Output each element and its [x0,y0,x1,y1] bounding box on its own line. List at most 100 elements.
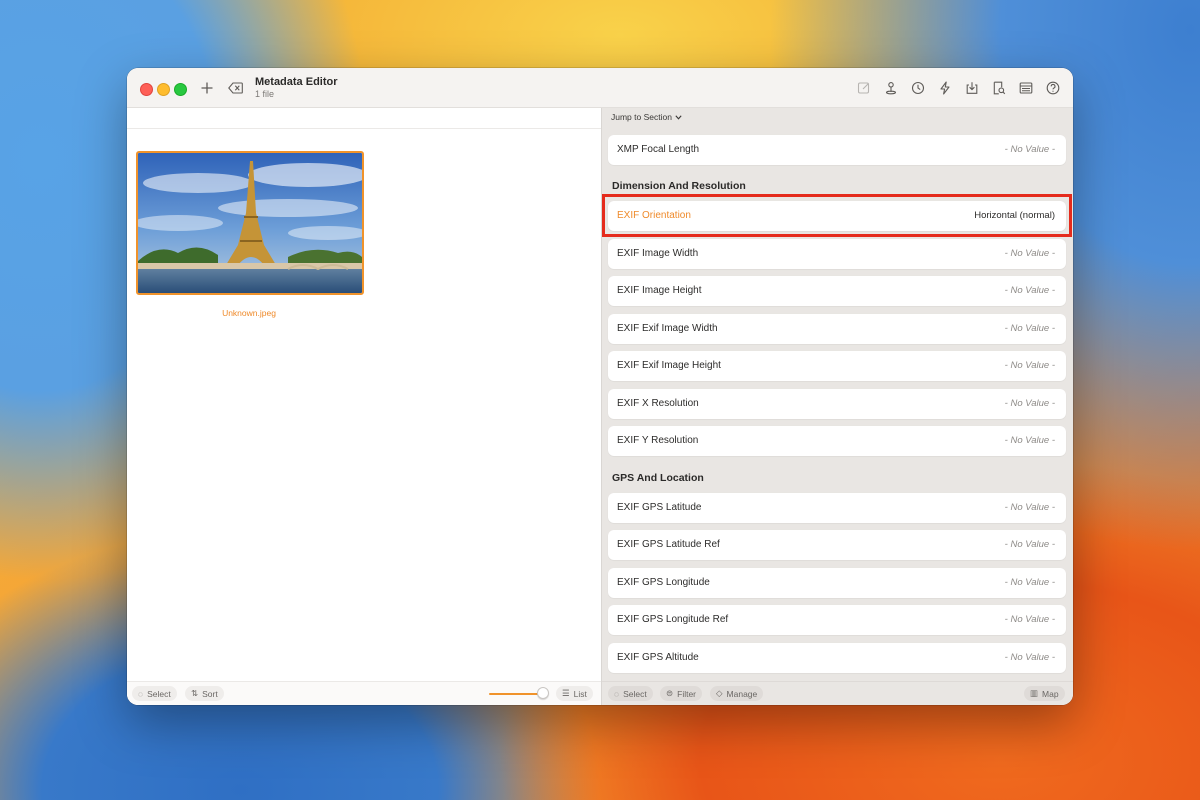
select-files-button[interactable]: ◌ Select [132,686,177,701]
metadata-editor-window: Metadata Editor 1 file Unknown.jpeg ◌ Se… [127,68,1073,705]
map-icon: ▥ [1030,688,1039,698]
field-exif-gps-altitude[interactable]: EXIF GPS Altitude - No Value - [608,643,1066,673]
field-exif-y-resolution[interactable]: EXIF Y Resolution - No Value - [608,426,1066,456]
field-name: EXIF Y Resolution [617,435,699,446]
export-button[interactable] [961,77,982,98]
map-button[interactable]: ▥ Map [1024,686,1065,701]
minimize-window-button[interactable] [157,83,170,96]
field-exif-image-width[interactable]: EXIF Image Width - No Value - [608,239,1066,269]
select-label: Select [623,688,647,699]
filter-label: Filter [677,688,697,699]
field-name: EXIF Image Height [617,285,702,296]
field-xmp-focal-length[interactable]: XMP Focal Length - No Value - [608,135,1066,165]
eiffel-tower-photo [138,153,362,293]
field-name: XMP Focal Length [617,144,700,155]
field-name: EXIF GPS Latitude [617,502,702,513]
clock-icon [911,81,924,94]
section-heading-gps: GPS And Location [612,472,704,484]
manage-label: Manage [726,688,758,699]
field-value[interactable]: - No Value - [1005,435,1055,446]
layout-button[interactable] [1015,77,1036,98]
metadata-pane: Jump to Section XMP Focal Length - No Va… [602,108,1073,705]
field-exif-x-resolution[interactable]: EXIF X Resolution - No Value - [608,389,1066,419]
field-exif-exif-image-width[interactable]: EXIF Exif Image Width - No Value - [608,314,1066,344]
help-icon [1046,81,1059,94]
field-name: EXIF Image Width [617,248,699,259]
field-value[interactable]: - No Value - [1005,360,1055,371]
field-exif-orientation[interactable]: EXIF Orientation Horizontal (normal) [608,201,1066,231]
field-value[interactable]: - No Value - [1005,652,1055,663]
jump-to-section-label: Jump to Section [611,112,672,122]
window-title: Metadata Editor [255,76,338,88]
map-label: Map [1042,688,1059,699]
field-exif-gps-longitude[interactable]: EXIF GPS Longitude - No Value - [608,568,1066,598]
delete-backward-icon [227,82,243,94]
field-name: EXIF GPS Longitude [617,577,710,588]
toolbar-right [853,77,1063,98]
edit-icon [857,81,869,94]
metadata-footer: ◌ Select ⊜ Filter ◇ Manage ▥ Map [602,681,1073,705]
window-subtitle: 1 file [255,89,275,99]
location-button[interactable] [880,77,901,98]
field-exif-gps-longitude-ref[interactable]: EXIF GPS Longitude Ref - No Value - [608,605,1066,635]
field-value[interactable]: Horizontal (normal) [974,210,1055,221]
jump-to-section-menu[interactable]: Jump to Section [611,112,682,122]
field-value[interactable]: - No Value - [1005,398,1055,409]
section-heading-dimension: Dimension And Resolution [612,180,746,192]
add-file-button[interactable] [196,77,218,99]
field-value[interactable]: - No Value - [1005,539,1055,550]
field-name: EXIF GPS Altitude [617,652,699,663]
zoom-window-button[interactable] [174,83,187,96]
field-exif-gps-latitude[interactable]: EXIF GPS Latitude - No Value - [608,493,1066,523]
remove-file-button[interactable] [224,77,246,99]
file-browser-pane: Unknown.jpeg ◌ Select ⇅ Sort ☰ List [127,108,601,705]
list-icon: ☰ [562,688,570,698]
field-value[interactable]: - No Value - [1005,285,1055,296]
field-value[interactable]: - No Value - [1005,144,1055,155]
field-name: EXIF Exif Image Height [617,360,721,371]
field-name: EXIF GPS Latitude Ref [617,539,720,550]
edit-button[interactable] [853,77,874,98]
field-exif-image-height[interactable]: EXIF Image Height - No Value - [608,276,1066,306]
selection-icon: ◌ [614,688,620,699]
manage-button[interactable]: ◇ Manage [710,686,764,701]
sort-label: Sort [202,688,218,699]
sort-button[interactable]: ⇅ Sort [185,686,224,701]
field-exif-exif-image-height[interactable]: EXIF Exif Image Height - No Value - [608,351,1066,381]
file-browser-footer: ◌ Select ⇅ Sort ☰ List [127,681,601,705]
field-name: EXIF Exif Image Width [617,323,718,334]
quick-actions-button[interactable] [934,77,955,98]
thumbnail-size-slider[interactable] [489,693,541,695]
filter-button[interactable]: ⊜ Filter [660,686,703,701]
thumbnail-size-slider-knob[interactable] [537,687,549,699]
field-name: EXIF X Resolution [617,398,699,409]
tag-icon: ◇ [716,688,723,698]
selection-icon: ◌ [138,688,144,699]
filter-icon: ⊜ [666,688,674,698]
file-name-label[interactable]: Unknown.jpeg [127,308,371,318]
plus-icon [201,82,213,94]
close-window-button[interactable] [140,83,153,96]
field-value[interactable]: - No Value - [1005,577,1055,588]
list-view-button[interactable]: ☰ List [556,686,593,701]
history-button[interactable] [907,77,928,98]
location-pin-icon [885,81,896,94]
field-name: EXIF Orientation [617,210,691,221]
field-value[interactable]: - No Value - [1005,502,1055,513]
bolt-icon [939,80,950,95]
list-label: List [573,688,587,699]
field-name: EXIF GPS Longitude Ref [617,614,729,625]
field-value[interactable]: - No Value - [1005,614,1055,625]
image-thumbnail[interactable] [136,151,364,295]
field-exif-gps-latitude-ref[interactable]: EXIF GPS Latitude Ref - No Value - [608,530,1066,560]
layout-icon [1019,81,1032,94]
title-bar: Metadata Editor 1 file [127,68,1073,108]
search-document-icon [993,81,1005,94]
file-browser-header [127,108,601,129]
select-fields-button[interactable]: ◌ Select [608,686,653,701]
inspect-button[interactable] [988,77,1009,98]
field-value[interactable]: - No Value - [1005,248,1055,259]
sort-arrows-icon: ⇅ [191,688,199,698]
field-value[interactable]: - No Value - [1005,323,1055,334]
help-button[interactable] [1042,77,1063,98]
